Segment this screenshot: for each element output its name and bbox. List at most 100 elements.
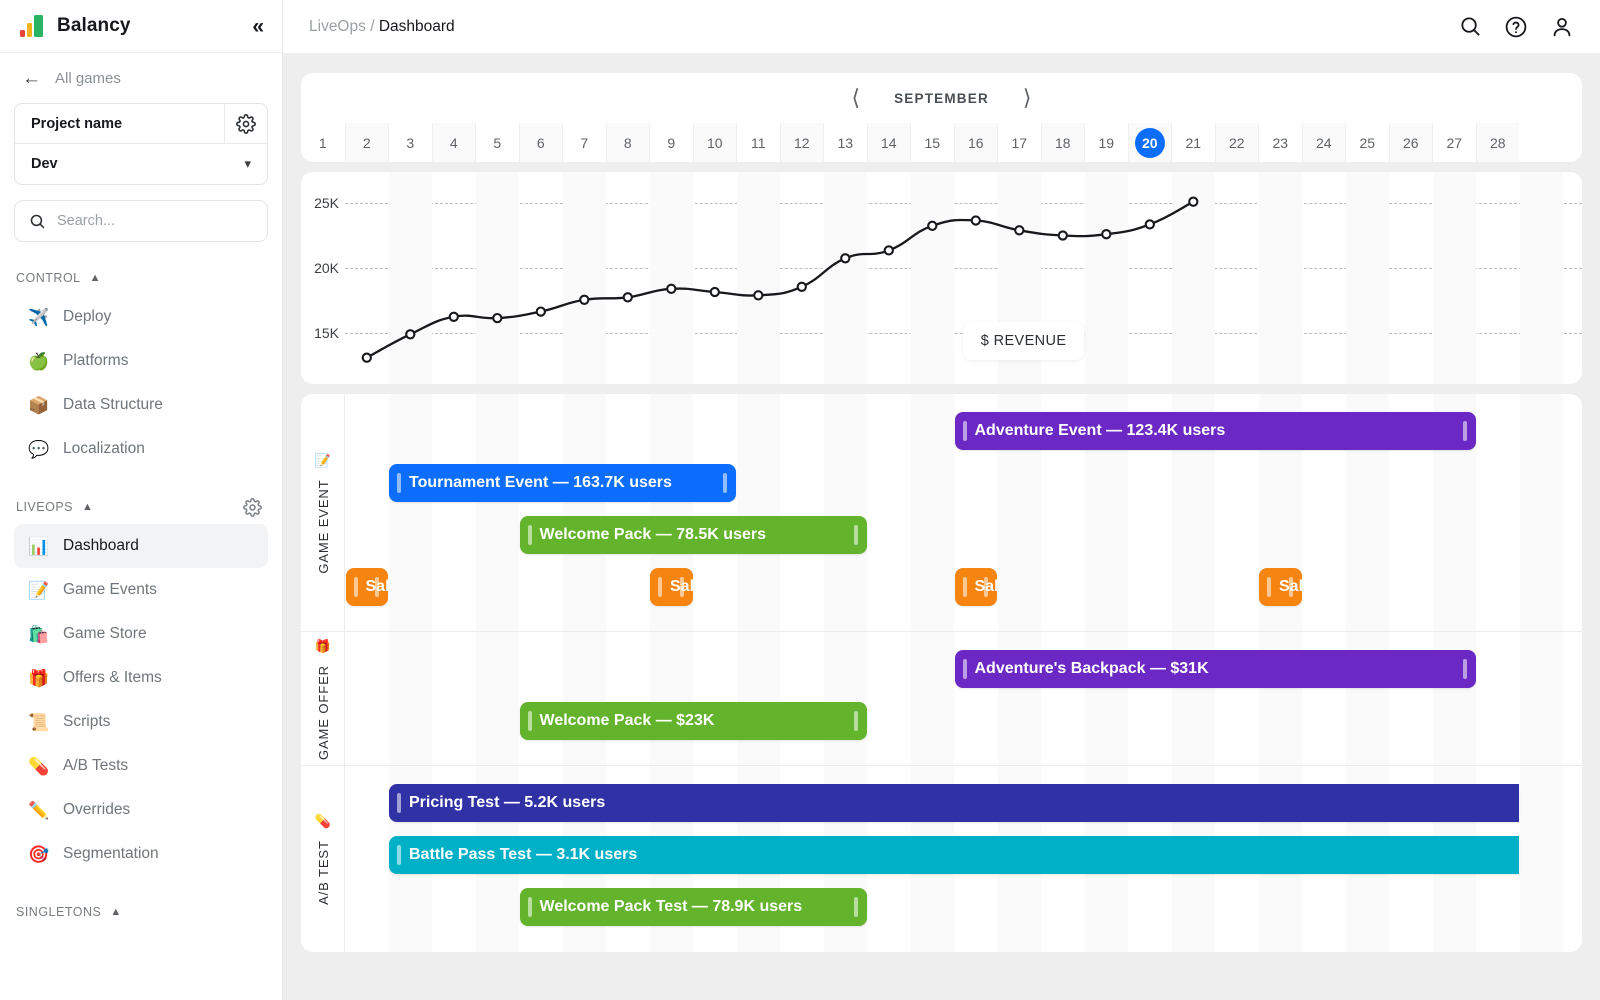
bar-resize-handle-left[interactable] xyxy=(658,577,662,597)
sidebar-item-dashboard[interactable]: 📊 Dashboard xyxy=(14,524,268,568)
revenue-data-point[interactable] xyxy=(1015,226,1023,234)
calendar-day-9[interactable]: 9 xyxy=(649,123,693,162)
revenue-data-point[interactable] xyxy=(972,216,980,224)
revenue-data-point[interactable] xyxy=(885,246,893,254)
calendar-day-18[interactable]: 18 xyxy=(1041,123,1085,162)
bar-resize-handle-left[interactable] xyxy=(963,659,967,679)
bar-resize-handle-right[interactable] xyxy=(1463,659,1467,679)
bar-resize-handle-left[interactable] xyxy=(1267,577,1271,597)
calendar-day-23[interactable]: 23 xyxy=(1258,123,1302,162)
timeline-bar-pricing-test-5-2k-users[interactable]: Pricing Test — 5.2K users xyxy=(389,784,1519,822)
revenue-data-point[interactable] xyxy=(928,222,936,230)
bar-resize-handle-left[interactable] xyxy=(963,577,967,597)
sidebar-item-deploy[interactable]: ✈️ Deploy xyxy=(14,295,268,339)
bar-resize-handle-right[interactable] xyxy=(680,577,684,597)
bar-resize-handle-right[interactable] xyxy=(1289,577,1293,597)
bar-resize-handle-left[interactable] xyxy=(528,897,532,917)
collapse-sidebar-icon[interactable]: « xyxy=(252,16,264,37)
sidebar-item-overrides[interactable]: ✏️ Overrides xyxy=(14,788,268,832)
timeline-bar-welcome-pack-test-78-9k-users[interactable]: Welcome Pack Test — 78.9K users xyxy=(520,888,867,926)
calendar-day-26[interactable]: 26 xyxy=(1389,123,1433,162)
calendar-day-15[interactable]: 15 xyxy=(910,123,954,162)
calendar-day-1[interactable]: 1 xyxy=(301,123,345,162)
timeline-bar-welcome-pack-78-5k-users[interactable]: Welcome Pack — 78.5K users xyxy=(520,516,867,554)
calendar-day-21[interactable]: 21 xyxy=(1171,123,1215,162)
sidebar-item-scripts[interactable]: 📜 Scripts xyxy=(14,700,268,744)
timeline-bar-sale[interactable]: Sale xyxy=(650,568,693,606)
calendar-day-28[interactable]: 28 xyxy=(1476,123,1520,162)
sidebar-item-platforms[interactable]: 🍏 Platforms xyxy=(14,339,268,383)
calendar-day-16[interactable]: 16 xyxy=(954,123,998,162)
revenue-data-point[interactable] xyxy=(841,254,849,262)
calendar-day-3[interactable]: 3 xyxy=(388,123,432,162)
calendar-day-20[interactable]: 20 xyxy=(1128,123,1172,162)
calendar-day-24[interactable]: 24 xyxy=(1302,123,1346,162)
revenue-data-point[interactable] xyxy=(493,314,501,322)
account-icon[interactable] xyxy=(1550,15,1574,39)
timeline-bar-tournament-event-163-7k-users[interactable]: Tournament Event — 163.7K users xyxy=(389,464,736,502)
sidebar-item-a-b-tests[interactable]: 💊 A/B Tests xyxy=(14,744,268,788)
bar-resize-handle-right[interactable] xyxy=(375,577,379,597)
bar-resize-handle-left[interactable] xyxy=(397,793,401,813)
calendar-day-22[interactable]: 22 xyxy=(1215,123,1259,162)
sidebar-item-segmentation[interactable]: 🎯 Segmentation xyxy=(14,832,268,876)
liveops-settings-button[interactable] xyxy=(243,498,262,517)
project-row[interactable]: Project name xyxy=(15,104,267,144)
calendar-day-8[interactable]: 8 xyxy=(606,123,650,162)
timeline-bar-sale[interactable]: Sale xyxy=(346,568,389,606)
timeline-bar-adventure-event-123-4k-users[interactable]: Adventure Event — 123.4K users xyxy=(955,412,1476,450)
bar-resize-handle-left[interactable] xyxy=(397,845,401,865)
revenue-data-point[interactable] xyxy=(537,308,545,316)
bar-resize-handle-left[interactable] xyxy=(397,473,401,493)
timeline-bar-sale[interactable]: Sale xyxy=(955,568,998,606)
calendar-day-10[interactable]: 10 xyxy=(693,123,737,162)
sidebar-item-game-events[interactable]: 📝 Game Events xyxy=(14,568,268,612)
sidebar-item-data-structure[interactable]: 📦 Data Structure xyxy=(14,383,268,427)
all-games-back-link[interactable]: ← All games xyxy=(0,53,282,98)
section-header-control[interactable]: CONTROL ▲ xyxy=(0,268,282,288)
sidebar-item-offers-items[interactable]: 🎁 Offers & Items xyxy=(14,656,268,700)
bar-resize-handle-left[interactable] xyxy=(963,421,967,441)
help-icon[interactable] xyxy=(1504,15,1528,39)
revenue-data-point[interactable] xyxy=(667,285,675,293)
revenue-data-point[interactable] xyxy=(1059,231,1067,239)
revenue-data-point[interactable] xyxy=(624,293,632,301)
timeline-bar-sale[interactable]: Sale xyxy=(1259,568,1302,606)
revenue-data-point[interactable] xyxy=(754,291,762,299)
bar-resize-handle-left[interactable] xyxy=(528,525,532,545)
revenue-data-point[interactable] xyxy=(711,288,719,296)
calendar-day-4[interactable]: 4 xyxy=(432,123,476,162)
revenue-data-point[interactable] xyxy=(363,354,371,362)
environment-row[interactable]: Dev ▾ xyxy=(15,144,267,184)
revenue-data-point[interactable] xyxy=(1102,230,1110,238)
timeline-bar-welcome-pack-23k[interactable]: Welcome Pack — $23K xyxy=(520,702,867,740)
sidebar-item-localization[interactable]: 💬 Localization xyxy=(14,427,268,471)
revenue-data-point[interactable] xyxy=(450,313,458,321)
bar-resize-handle-left[interactable] xyxy=(528,711,532,731)
calendar-day-14[interactable]: 14 xyxy=(867,123,911,162)
revenue-data-point[interactable] xyxy=(580,296,588,304)
revenue-data-point[interactable] xyxy=(406,330,414,338)
section-header-singletons[interactable]: SINGLETONS ▲ xyxy=(0,902,282,922)
calendar-day-11[interactable]: 11 xyxy=(736,123,780,162)
calendar-day-25[interactable]: 25 xyxy=(1345,123,1389,162)
calendar-day-17[interactable]: 17 xyxy=(997,123,1041,162)
calendar-day-7[interactable]: 7 xyxy=(562,123,606,162)
calendar-day-12[interactable]: 12 xyxy=(780,123,824,162)
revenue-data-point[interactable] xyxy=(1146,220,1154,228)
calendar-day-19[interactable]: 19 xyxy=(1084,123,1128,162)
prev-month-icon[interactable]: ⟨ xyxy=(852,87,861,109)
calendar-day-2[interactable]: 2 xyxy=(345,123,389,162)
breadcrumb-parent[interactable]: LiveOps xyxy=(309,18,366,35)
bar-resize-handle-right[interactable] xyxy=(723,473,727,493)
timeline-bar-battle-pass-test-3-1k-users[interactable]: Battle Pass Test — 3.1K users xyxy=(389,836,1519,874)
section-header-liveops[interactable]: LIVEOPS ▲ xyxy=(0,497,282,517)
calendar-day-5[interactable]: 5 xyxy=(475,123,519,162)
bar-resize-handle-right[interactable] xyxy=(854,711,858,731)
search-icon[interactable] xyxy=(1459,15,1482,38)
next-month-icon[interactable]: ⟩ xyxy=(1023,87,1032,109)
calendar-day-27[interactable]: 27 xyxy=(1432,123,1476,162)
bar-resize-handle-right[interactable] xyxy=(854,525,858,545)
bar-resize-handle-right[interactable] xyxy=(984,577,988,597)
project-settings-button[interactable] xyxy=(224,104,267,144)
